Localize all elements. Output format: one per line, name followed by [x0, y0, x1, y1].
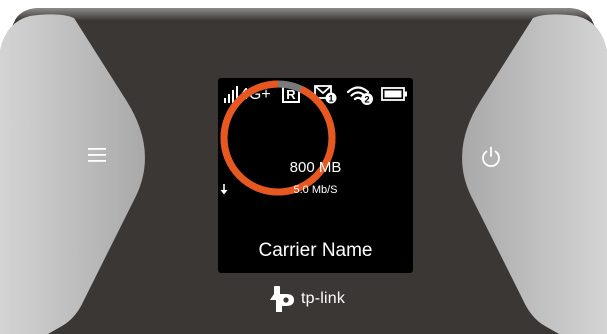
- brand-logo: tp-link: [268, 284, 358, 314]
- wifi-icon: 2: [346, 86, 373, 106]
- menu-button[interactable]: [88, 148, 130, 186]
- tplink-logo-icon: [270, 286, 294, 312]
- hamburger-menu-icon: [88, 148, 106, 162]
- power-icon: [482, 146, 500, 168]
- speed-value: 5.0 Mb/S: [293, 184, 338, 196]
- carrier-name: Carrier Name: [258, 240, 373, 261]
- display-screen: 4G+ R 1 2 800 MB 5.0 Mb/S Carrier Name: [218, 78, 413, 273]
- wifi-clients-count: 2: [364, 95, 369, 106]
- speed-row: 5.0 Mb/S: [218, 184, 413, 196]
- mifi-device: 4G+ R 1 2 800 MB 5.0 Mb/S Carrier Name t…: [0, 0, 607, 334]
- battery-icon: [381, 87, 407, 101]
- power-button[interactable]: [480, 146, 524, 186]
- download-arrow-icon: [220, 184, 228, 195]
- brand-name: tp-link: [301, 290, 346, 307]
- data-usage-ring: [220, 80, 336, 196]
- data-usage-value: 800 MB: [289, 159, 342, 176]
